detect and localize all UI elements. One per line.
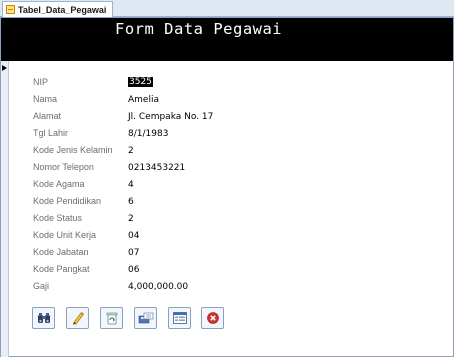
label-kode-jenis-kelamin: Kode Jenis Kelamin — [33, 145, 113, 155]
form-area: Form Data Pegawai NIP 3525 Nama Amelia A… — [0, 17, 454, 357]
find-record-button[interactable] — [32, 307, 55, 329]
label-nomor-telepon: Nomor Telepon — [33, 162, 94, 172]
document-tab[interactable]: Tabel_Data_Pegawai — [2, 1, 113, 17]
form-tab-icon — [6, 5, 15, 14]
nip-selected-text: 3525 — [128, 77, 153, 87]
label-kode-unit-kerja: Kode Unit Kerja — [33, 230, 97, 240]
label-kode-pangkat: Kode Pangkat — [33, 264, 90, 274]
save-record-button[interactable] — [134, 307, 157, 329]
save-record-icon — [138, 311, 154, 325]
close-icon — [206, 312, 219, 324]
record-selector[interactable] — [1, 61, 9, 357]
label-nama: Nama — [33, 94, 58, 104]
value-gaji[interactable]: 4,000,000.00 — [128, 282, 188, 292]
value-nama[interactable]: Amelia — [128, 95, 159, 105]
value-kode-agama[interactable]: 4 — [128, 180, 134, 190]
binoculars-icon — [37, 312, 51, 324]
label-gaji: Gaji — [33, 281, 50, 291]
form-title: Form Data Pegawai — [115, 20, 283, 38]
form-header: Form Data Pegawai — [1, 18, 453, 61]
form-icon — [172, 312, 187, 324]
label-tgl-lahir: Tgl Lahir — [33, 128, 69, 138]
close-form-button[interactable] — [201, 307, 224, 329]
value-nip[interactable]: 3525 — [128, 77, 153, 87]
current-record-arrow-icon — [2, 65, 7, 71]
label-nip: NIP — [33, 77, 49, 87]
value-tgl-lahir[interactable]: 8/1/1983 — [128, 129, 168, 139]
document-tab-strip: Tabel_Data_Pegawai — [0, 0, 454, 17]
label-alamat: Alamat — [33, 111, 62, 121]
edit-record-button[interactable] — [66, 307, 89, 329]
label-kode-jabatan: Kode Jabatan — [33, 247, 89, 257]
pencil-icon — [71, 311, 85, 325]
value-nomor-telepon[interactable]: 0213453221 — [128, 163, 185, 173]
open-form-button[interactable] — [168, 307, 191, 329]
label-kode-pendidikan: Kode Pendidikan — [33, 196, 102, 206]
label-kode-status: Kode Status — [33, 213, 83, 223]
value-kode-status[interactable]: 2 — [128, 214, 134, 224]
document-tab-label: Tabel_Data_Pegawai — [18, 4, 107, 15]
value-kode-jenis-kelamin[interactable]: 2 — [128, 146, 134, 156]
label-kode-agama: Kode Agama — [33, 179, 85, 189]
value-kode-unit-kerja[interactable]: 04 — [128, 231, 139, 241]
value-kode-pangkat[interactable]: 06 — [128, 265, 139, 275]
value-kode-jabatan[interactable]: 07 — [128, 248, 139, 258]
delete-record-button[interactable] — [100, 307, 123, 329]
recycle-icon — [105, 311, 119, 325]
value-alamat[interactable]: Jl. Cempaka No. 17 — [128, 112, 213, 122]
value-kode-pendidikan[interactable]: 6 — [128, 197, 134, 207]
